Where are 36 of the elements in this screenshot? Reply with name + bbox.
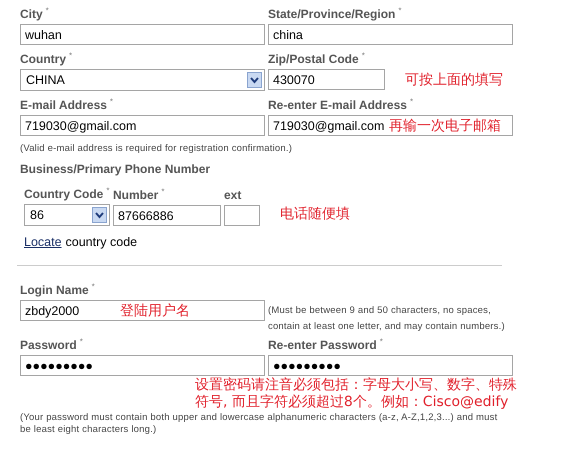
input-field[interactable]: 430070: [268, 69, 385, 90]
input-field[interactable]: 87666886: [113, 205, 221, 226]
field-label: Re-enter Password $^{*}$: [268, 336, 384, 352]
input-field[interactable]: 719030@gmail.com: [20, 115, 265, 136]
field-label: Country $^{*}$: [20, 50, 74, 66]
field-label: City $^{*}$: [20, 5, 50, 21]
dropdown-caret-icon[interactable]: [92, 207, 107, 223]
field-label: State/Province/Region $^{*}$: [268, 5, 402, 21]
email-note: (Valid e-mail address is required for registration confirmation.): [20, 143, 294, 154]
field-label: Country Code $^{*}$: [24, 185, 110, 201]
field-label: ext: [224, 188, 242, 202]
annotation-text: 设置密码请注音必须包括：字母大小写、数字、特殊: [195, 377, 518, 394]
field-label: Password $^{*}$: [20, 336, 84, 352]
annotation-text: 电话随便填: [280, 205, 350, 223]
annotation-text: 符号, 而且字符必须超过8个。例如：Cisco@edify: [195, 394, 510, 411]
annotation-text: 登陆用户名: [120, 302, 190, 320]
password-note: (Your password must contain both upper and lowercase alphanumeric characters (a-z, A-Z,1,2,3...) and must be least eight characters long.): [20, 412, 498, 436]
field-label: Number $^{*}$: [113, 186, 166, 202]
dropdown-caret-icon[interactable]: [247, 72, 262, 88]
dropdown-field[interactable]: CHINA: [20, 69, 265, 91]
field-label: Login Name $^{*}$: [20, 281, 96, 297]
section-title: Business/Primary Phone Number: [20, 162, 210, 176]
password-field[interactable]: ●●●●●●●●●: [268, 355, 513, 376]
help-text: (Must be between 9 and 50 characters, no spaces, contain at least one letter, and may contain numbers.): [268, 304, 506, 334]
locate-link[interactable]: Locate: [24, 235, 62, 249]
field-label: Re-enter E-mail Address $^{*}$: [268, 96, 414, 112]
input-field[interactable]: china: [268, 24, 513, 45]
input-field[interactable]: wuhan: [20, 24, 265, 45]
field-label: Zip/Postal Code $^{*}$: [268, 50, 366, 66]
input-field[interactable]: [224, 205, 260, 226]
field-label: E-mail Address $^{*}$: [20, 96, 114, 112]
password-field[interactable]: ●●●●●●●●●: [20, 355, 265, 376]
dropdown-field[interactable]: 86: [24, 204, 110, 226]
link-suffix-text: country code: [66, 235, 138, 249]
annotation-text: 可按上面的填写: [405, 70, 503, 88]
annotation-text: 再输一次电子邮箱: [389, 117, 501, 135]
